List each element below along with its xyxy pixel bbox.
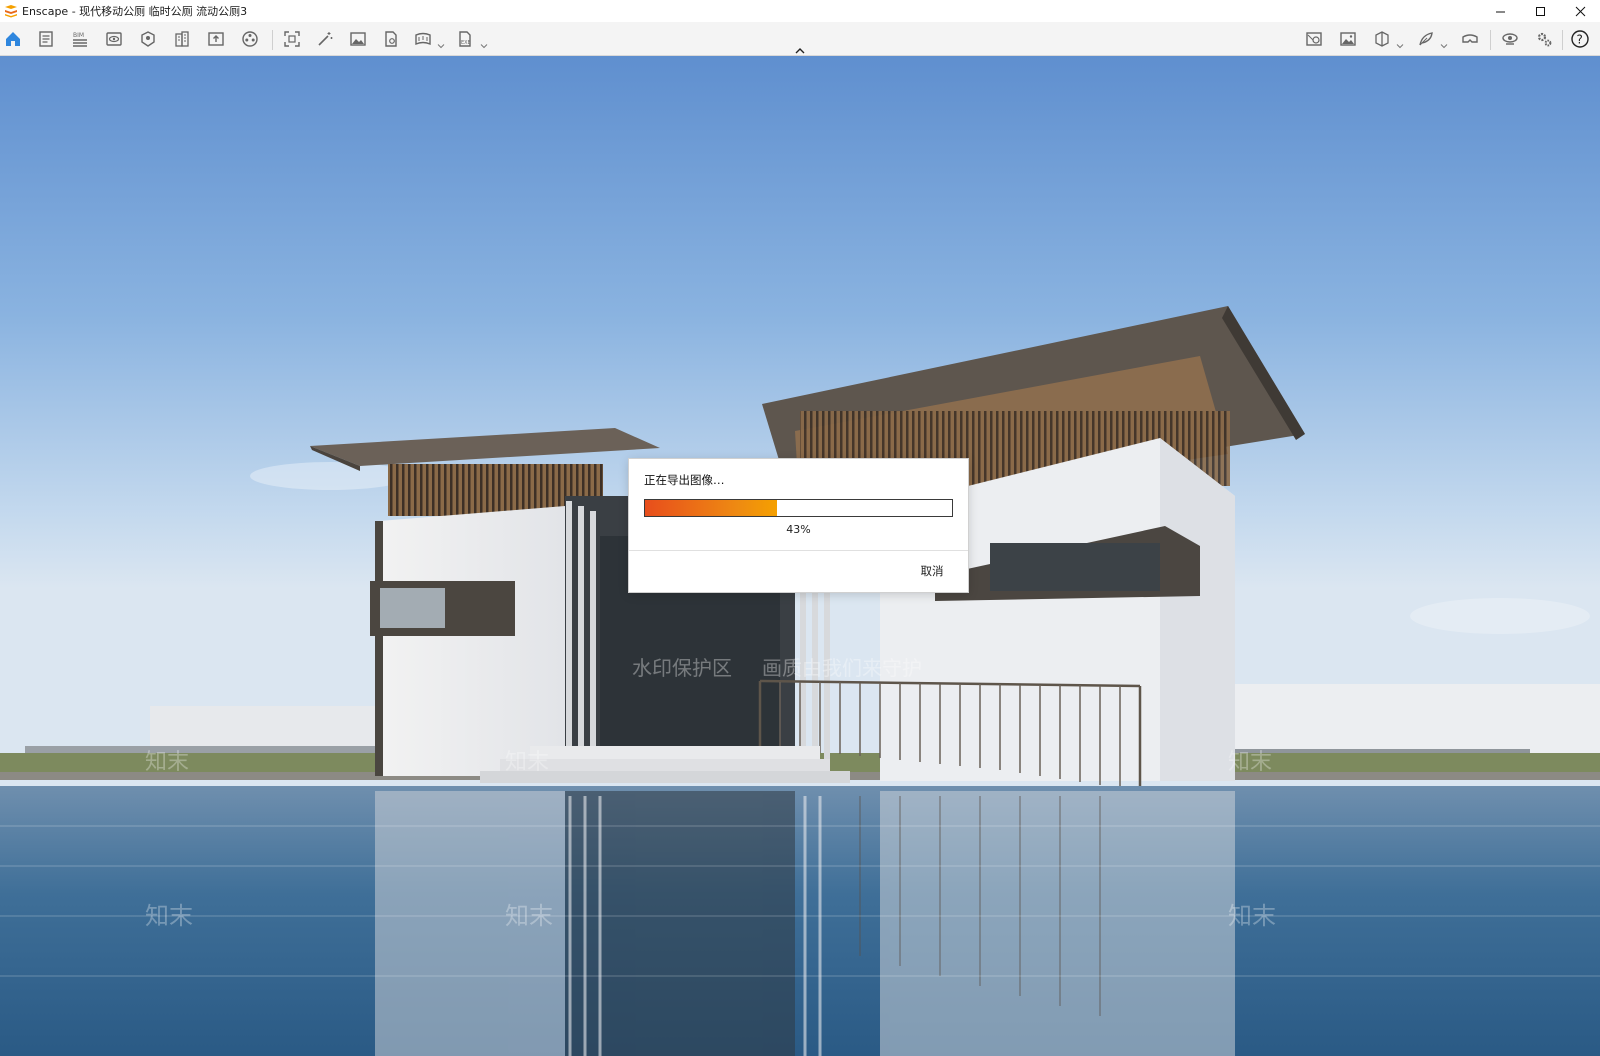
bim-button[interactable]: BIM xyxy=(68,28,92,50)
image-button[interactable] xyxy=(346,28,370,50)
gallery-icon xyxy=(1340,32,1356,46)
home-button[interactable] xyxy=(1,28,25,50)
cube-icon xyxy=(1375,31,1389,47)
upload-icon xyxy=(208,32,224,46)
cancel-button[interactable]: 取消 xyxy=(910,560,954,582)
settings-button[interactable] xyxy=(1532,28,1556,50)
enscape-logo-icon xyxy=(5,5,17,18)
gallery-button[interactable] xyxy=(1336,28,1360,50)
cube-dropdown[interactable] xyxy=(1396,35,1404,49)
panorama-dropdown[interactable] xyxy=(437,35,445,49)
asset-library-icon xyxy=(141,31,155,47)
chevron-down-icon xyxy=(1396,44,1404,49)
view-icon xyxy=(106,32,122,46)
chevron-down-icon xyxy=(437,44,445,49)
image-icon xyxy=(350,32,366,46)
magic-wand-button[interactable] xyxy=(313,28,337,50)
vr-headset-icon xyxy=(1462,34,1478,43)
chevron-up-icon xyxy=(795,47,805,53)
feather-icon xyxy=(1419,32,1433,46)
material-button[interactable] xyxy=(238,28,262,50)
view-button[interactable] xyxy=(102,28,126,50)
panorama-icon xyxy=(415,32,431,46)
vr-headset-button[interactable] xyxy=(1458,28,1482,50)
building-button[interactable] xyxy=(170,28,194,50)
toolbar-separator xyxy=(272,30,273,50)
progress-bar xyxy=(644,499,953,517)
exe-export-dropdown[interactable] xyxy=(480,35,488,49)
dialog-title: 正在导出图像… xyxy=(644,473,725,487)
chevron-down-icon xyxy=(1440,44,1448,49)
upload-button[interactable] xyxy=(204,28,228,50)
exe-export-icon: EXE xyxy=(459,31,471,47)
watermark-protection-text: 水印保护区 xyxy=(632,656,732,680)
home-icon xyxy=(6,32,20,46)
file-export-icon xyxy=(385,31,397,47)
toolbar-separator xyxy=(1562,30,1563,50)
document-button[interactable] xyxy=(34,28,58,50)
minimize-icon xyxy=(1495,11,1505,12)
window-controls xyxy=(1480,0,1600,22)
svg-text:?: ? xyxy=(1577,33,1583,47)
dialog-divider xyxy=(629,550,968,551)
document-icon xyxy=(39,31,53,47)
minimize-button[interactable] xyxy=(1480,0,1520,22)
close-icon xyxy=(1575,6,1585,16)
svg-text:EXE: EXE xyxy=(461,40,471,46)
map-icon xyxy=(1306,32,1322,46)
export-progress-dialog: 正在导出图像… 43% 取消 xyxy=(629,459,968,592)
file-export-button[interactable] xyxy=(379,28,403,50)
bim-icon: BIM xyxy=(73,32,87,47)
material-icon xyxy=(242,31,258,47)
progress-bar-fill xyxy=(645,500,777,516)
watermark-brand-text: 知末 xyxy=(505,902,553,930)
feather-dropdown[interactable] xyxy=(1440,35,1448,49)
watermark-brand-text: 知末 xyxy=(505,750,550,775)
feather-button[interactable] xyxy=(1414,28,1438,50)
watermark-quality-text: 画质由我们来守护 xyxy=(762,656,922,680)
progress-percentage: 43% xyxy=(786,523,811,536)
magic-wand-icon xyxy=(318,32,333,46)
cube-button[interactable] xyxy=(1370,28,1394,50)
window-title: Enscape - 现代移动公厕 临时公厕 流动公厕3 xyxy=(22,5,248,18)
toolbar-separator xyxy=(1490,30,1491,50)
help-button[interactable]: ? xyxy=(1568,28,1592,50)
watermark-brand-text: 知末 xyxy=(1228,902,1276,930)
maximize-button[interactable] xyxy=(1520,0,1560,22)
close-button[interactable] xyxy=(1560,0,1600,22)
visual-settings-icon xyxy=(1502,33,1518,45)
settings-icon xyxy=(1537,32,1552,47)
building-icon xyxy=(175,31,189,47)
title-bar: Enscape - 现代移动公厕 临时公厕 流动公厕3 xyxy=(0,0,1600,22)
watermark-brand-text: 知末 xyxy=(1228,750,1273,775)
watermark-brand-text: 知末 xyxy=(145,750,190,775)
exe-export-button[interactable]: EXE xyxy=(453,28,477,50)
map-button[interactable] xyxy=(1302,28,1326,50)
asset-library-button[interactable] xyxy=(136,28,160,50)
screenshot-icon xyxy=(284,31,300,47)
help-icon: ? xyxy=(1571,30,1589,48)
maximize-icon xyxy=(1535,6,1545,16)
panorama-button[interactable] xyxy=(411,28,435,50)
visual-settings-button[interactable] xyxy=(1498,28,1522,50)
screenshot-button[interactable] xyxy=(280,28,304,50)
svg-text:BIM: BIM xyxy=(73,32,84,39)
watermark-brand-text: 知末 xyxy=(145,902,193,930)
collapse-toolbar-button[interactable] xyxy=(791,45,809,55)
chevron-down-icon xyxy=(480,44,488,49)
